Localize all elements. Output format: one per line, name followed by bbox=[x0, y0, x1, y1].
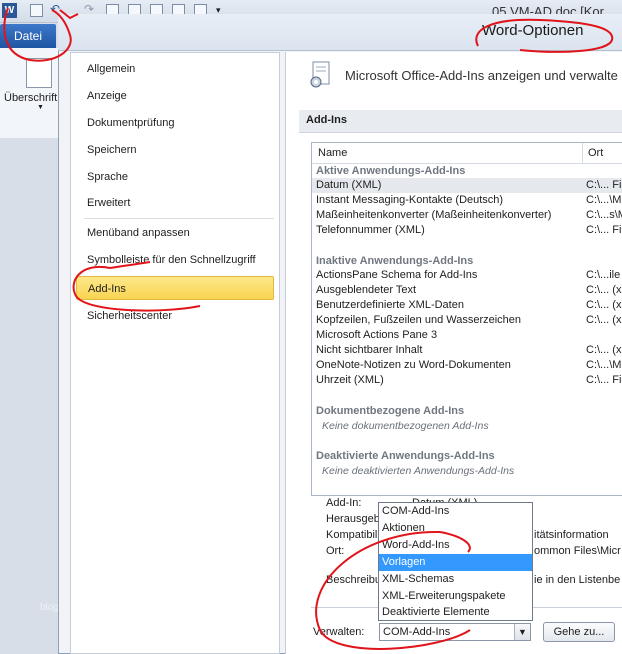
group-disabled: Deaktivierte Anwendungs-Add-Ins bbox=[316, 450, 495, 462]
row-name: Datum (XML) bbox=[316, 179, 382, 191]
row-location: C:\... (x bbox=[586, 284, 622, 296]
heading-style-icon[interactable] bbox=[26, 58, 52, 88]
dropdown-option-word-addins[interactable]: Word-Add-Ins bbox=[379, 537, 532, 554]
detail-addin-label: Add-In: bbox=[326, 497, 362, 509]
dropdown-option-xml-packs[interactable]: XML-Erweiterungspakete bbox=[379, 588, 532, 605]
table-row[interactable]: Maßeinheitenkonverter (Maßeinheitenkonve… bbox=[312, 208, 622, 223]
table-row[interactable]: Kopfzeilen, Fußzeilen und Wasserzeichen C… bbox=[312, 313, 622, 328]
nav-item-add-ins[interactable]: Add-Ins bbox=[76, 276, 274, 300]
row-name: Kopfzeilen, Fußzeilen und Wasserzeichen bbox=[316, 314, 522, 326]
table-row[interactable]: OneNote-Notizen zu Word-Dokumenten C:\...… bbox=[312, 358, 622, 373]
page-header-text: Microsoft Office-Add-Ins anzeigen und ve… bbox=[345, 68, 618, 83]
dropdown-option-vorlagen[interactable]: Vorlagen bbox=[379, 554, 532, 571]
row-name: Microsoft Actions Pane 3 bbox=[316, 329, 438, 341]
row-location: C:\... (x bbox=[586, 299, 622, 311]
chevron-down-icon[interactable]: ▼ bbox=[514, 624, 530, 640]
save-icon[interactable] bbox=[30, 4, 43, 17]
row-location: C:\... (x bbox=[586, 344, 622, 356]
dropdown-option-aktionen[interactable]: Aktionen bbox=[379, 520, 532, 537]
table-row[interactable]: Ausgeblendeter Text C:\... (x bbox=[312, 283, 622, 298]
column-header-name[interactable]: Name bbox=[318, 147, 347, 159]
row-location: C:\... (x bbox=[586, 314, 622, 326]
row-name: Ausgeblendeter Text bbox=[316, 284, 417, 296]
table-row[interactable]: Nicht sichtbarer Inhalt C:\... (x bbox=[312, 343, 622, 358]
chevron-down-icon[interactable]: ▼ bbox=[37, 104, 44, 111]
dropdown-option-xml-schemas[interactable]: XML-Schemas bbox=[379, 571, 532, 588]
dropdown-option-disabled-items[interactable]: Deaktivierte Elemente bbox=[379, 604, 532, 621]
table-row[interactable]: Uhrzeit (XML) C:\... Fi bbox=[312, 373, 622, 388]
column-divider[interactable] bbox=[582, 143, 583, 163]
nav-item-speichern[interactable]: Speichern bbox=[76, 138, 274, 162]
empty-note-disabled: Keine deaktivierten Anwendungs-Add-Ins bbox=[322, 465, 515, 477]
nav-item-schnellzugriff[interactable]: Symbolleiste für den Schnellzugriff bbox=[76, 248, 274, 272]
nav-item-anzeige[interactable]: Anzeige bbox=[76, 84, 274, 108]
row-location: C:\...ile bbox=[586, 269, 621, 281]
row-name: Maßeinheitenkonverter (Maßeinheitenkonve… bbox=[316, 209, 552, 221]
group-inactive: Inaktive Anwendungs-Add-Ins bbox=[316, 255, 474, 267]
row-name: Telefonnummer (XML) bbox=[316, 224, 425, 236]
detail-location-value: ommon Files\Micr bbox=[534, 545, 621, 557]
group-document: Dokumentbezogene Add-Ins bbox=[316, 405, 465, 417]
dialog-title: Word-Optionen bbox=[482, 22, 584, 39]
heading-style-label[interactable]: Überschrift bbox=[4, 92, 57, 104]
group-active: Aktive Anwendungs-Add-Ins bbox=[316, 165, 466, 177]
row-location: C:\... Fi bbox=[586, 179, 622, 191]
detail-description-value: ie in den Listenbe bbox=[534, 574, 621, 586]
table-header bbox=[312, 143, 622, 164]
row-name: OneNote-Notizen zu Word-Dokumenten bbox=[316, 359, 511, 371]
empty-note-document: Keine dokumentbezogenen Add-Ins bbox=[322, 420, 489, 432]
row-location: C:\...\M bbox=[586, 359, 622, 371]
detail-location-label: Ort: bbox=[326, 545, 345, 557]
file-tab[interactable]: Datei bbox=[0, 24, 56, 48]
nav-item-dokumentpruefung[interactable]: Dokumentprüfung bbox=[76, 111, 274, 135]
table-row[interactable]: Telefonnummer (XML) C:\... Fi bbox=[312, 223, 622, 238]
row-name: Uhrzeit (XML) bbox=[316, 374, 384, 386]
section-title: Add-Ins bbox=[306, 114, 347, 126]
manage-label: Verwalten: bbox=[313, 626, 365, 638]
table-row[interactable]: Instant Messaging-Kontakte (Deutsch) C:\.… bbox=[312, 193, 622, 208]
word-logo-icon[interactable]: W bbox=[2, 3, 17, 18]
table-row[interactable]: Benutzerdefinierte XML-Daten C:\... (x bbox=[312, 298, 622, 313]
nav-divider bbox=[84, 218, 274, 219]
dropdown-option-com[interactable]: COM-Add-Ins bbox=[379, 503, 532, 520]
nav-item-sprache[interactable]: Sprache bbox=[76, 165, 274, 189]
row-name: ActionsPane Schema for Add-Ins bbox=[316, 269, 478, 281]
row-name: Benutzerdefinierte XML-Daten bbox=[316, 299, 464, 311]
nav-item-allgemein[interactable]: Allgemein bbox=[76, 57, 274, 81]
table-row[interactable]: Datum (XML) C:\... Fi bbox=[312, 178, 622, 193]
addins-gear-icon bbox=[310, 61, 330, 88]
table-row[interactable]: Microsoft Actions Pane 3 bbox=[312, 328, 622, 343]
nav-item-erweitert[interactable]: Erweitert bbox=[76, 191, 274, 215]
go-to-button[interactable]: Gehe zu... bbox=[543, 622, 615, 642]
table-row[interactable]: ActionsPane Schema for Add-Ins C:\...ile bbox=[312, 268, 622, 283]
watermark: blog bbox=[40, 602, 59, 613]
detail-compat-value: itätsinformation bbox=[534, 529, 609, 541]
row-name: Instant Messaging-Kontakte (Deutsch) bbox=[316, 194, 504, 206]
nav-item-menueband[interactable]: Menüband anpassen bbox=[76, 221, 274, 245]
row-location: C:\... Fi bbox=[586, 224, 622, 236]
row-location: C:\...s\M bbox=[586, 209, 622, 221]
manage-select-value[interactable]: COM-Add-Ins bbox=[383, 626, 450, 638]
section-bar bbox=[299, 110, 622, 133]
column-header-location[interactable]: Ort bbox=[588, 147, 603, 159]
row-location: C:\... Fi bbox=[586, 374, 622, 386]
row-name: Nicht sichtbarer Inhalt bbox=[316, 344, 423, 356]
nav-item-sicherheitscenter[interactable]: Sicherheitscenter bbox=[76, 304, 274, 328]
row-location: C:\...\M bbox=[586, 194, 622, 206]
